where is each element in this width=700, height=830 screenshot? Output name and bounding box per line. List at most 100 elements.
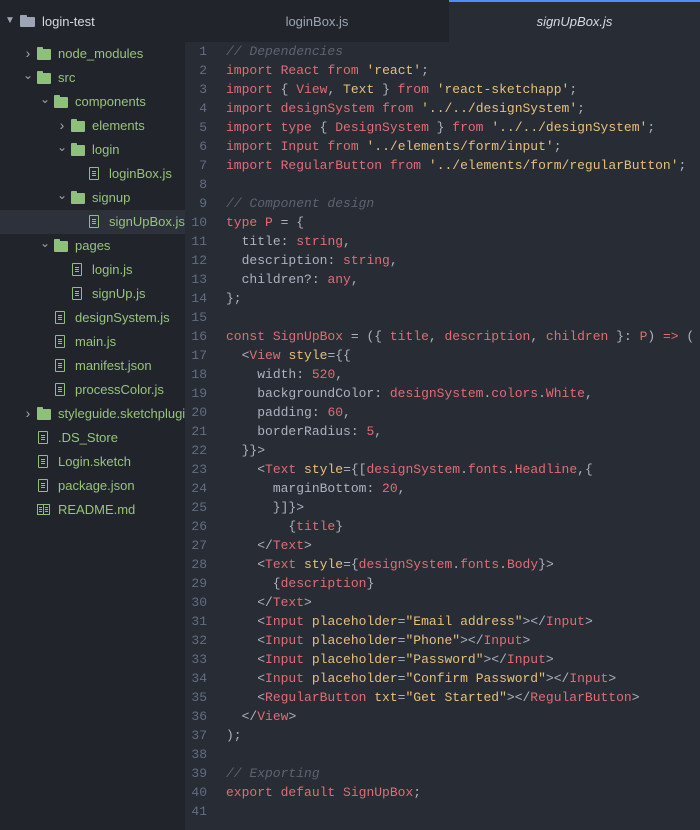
tree-file-main-js[interactable]: main.js [0, 330, 185, 354]
code-line[interactable]: 37); [185, 726, 700, 745]
tree-folder-signup[interactable]: ⌄ signup [0, 186, 185, 210]
code-token: "Password" [405, 652, 484, 667]
code-line[interactable]: 31 <Input placeholder="Email address"></… [185, 612, 700, 631]
code-line[interactable]: 12 description: string, [185, 251, 700, 270]
code-line[interactable]: 4 import designSystem from '../../designS… [185, 99, 700, 118]
code-token: ={[ [343, 462, 367, 477]
code-line[interactable]: 39 // Exporting [185, 764, 700, 783]
code-line[interactable]: 1 // Dependencies [185, 42, 700, 61]
code-token: . [460, 462, 468, 477]
code-line[interactable]: 34 <Input placeholder="Confirm Password"… [185, 669, 700, 688]
tree-file-designsystem-js[interactable]: designSystem.js [0, 306, 185, 330]
code-token: SignUpBox [272, 329, 344, 344]
code-line[interactable]: 17 <View style={{ [185, 346, 700, 365]
code-line[interactable]: 22 }}> [185, 441, 700, 460]
code-token: , [335, 367, 344, 382]
repo-icon [20, 15, 35, 27]
code-line[interactable]: 25 }]}> [185, 498, 700, 517]
tab-signupbox[interactable]: signUpBox.js [449, 0, 700, 42]
code-token: from [327, 63, 359, 78]
tree-file-loginbox-js[interactable]: loginBox.js [0, 162, 185, 186]
code-token: RegularButton [280, 158, 383, 173]
chevron-down-icon[interactable]: ⌄ [22, 67, 34, 83]
code-line[interactable]: 7 import RegularButton from '../elements/… [185, 156, 700, 175]
code-line[interactable]: 2 import React from 'react'; [185, 61, 700, 80]
line-number: 13 [191, 272, 207, 287]
chevron-down-icon[interactable]: ⌄ [56, 139, 68, 155]
tree-folder-src[interactable]: ⌄ src [0, 66, 185, 90]
tree-file-login-sketch[interactable]: Login.sketch [0, 450, 185, 474]
code-line[interactable]: 21 borderRadius: 5, [185, 422, 700, 441]
code-line[interactable]: 26 {title} [185, 517, 700, 536]
tree-folder-styleguide-sketchplugi[interactable]: › styleguide.sketchplugi [0, 402, 185, 426]
tree-file-package-json[interactable]: package.json [0, 474, 185, 498]
code-editor[interactable]: 1 // Dependencies 2 import React from 'reac… [185, 42, 700, 830]
code-line[interactable]: 35 <RegularButton txt="Get Started"></Re… [185, 688, 700, 707]
chevron-right-icon[interactable]: › [56, 117, 68, 133]
tree-folder-login[interactable]: ⌄ login [0, 138, 185, 162]
code-line[interactable]: 20 padding: 60, [185, 403, 700, 422]
tree-item-label: package.json [58, 478, 135, 493]
code-line[interactable]: 28 <Text style={designSystem.fonts.Body}… [185, 555, 700, 574]
code-line[interactable]: 16 const SignUpBox = ({ title, descriptio… [185, 327, 700, 346]
code-line[interactable]: 18 width: 520, [185, 365, 700, 384]
code-line[interactable]: 30 </Text> [185, 593, 700, 612]
code-line[interactable]: 8 [185, 175, 700, 194]
code-line[interactable]: 6 import Input from '../elements/form/inp… [185, 137, 700, 156]
line-text: <View style={{ [226, 346, 351, 365]
tree-file-readme-md[interactable]: README.md [0, 498, 185, 522]
line-text: </View> [226, 707, 297, 726]
chevron-right-icon[interactable]: › [22, 405, 34, 421]
tree-file-signupbox-js[interactable]: signUpBox.js [0, 210, 185, 234]
chevron-right-icon[interactable]: › [22, 45, 34, 61]
code-line[interactable]: 9 // Component design [185, 194, 700, 213]
code-line[interactable]: 27 </Text> [185, 536, 700, 555]
tree-file-signup-js[interactable]: signUp.js [0, 282, 185, 306]
code-token: }; [226, 291, 242, 306]
code-line[interactable]: 13 children?: any, [185, 270, 700, 289]
code-line[interactable]: 41 [185, 802, 700, 821]
code-line[interactable]: 11 title: string, [185, 232, 700, 251]
code-line[interactable]: 19 backgroundColor: designSystem.colors.… [185, 384, 700, 403]
code-token: . [452, 557, 461, 572]
code-line[interactable]: 5 import type { DesignSystem } from '../.… [185, 118, 700, 137]
code-line[interactable]: 24 marginBottom: 20, [185, 479, 700, 498]
code-line[interactable]: 40 export default SignUpBox; [185, 783, 700, 802]
code-line[interactable]: 29 {description} [185, 574, 700, 593]
code-line[interactable]: 15 [185, 308, 700, 327]
code-line[interactable]: 33 <Input placeholder="Password"></Input… [185, 650, 700, 669]
chevron-down-icon[interactable]: ▼ [5, 13, 15, 29]
code-token: ></ [522, 614, 546, 629]
tree-folder-pages[interactable]: ⌄ pages [0, 234, 185, 258]
code-token: = { [272, 215, 305, 230]
tree-file-manifest-json[interactable]: manifest.json [0, 354, 185, 378]
code-line[interactable]: 38 [185, 745, 700, 764]
tree-folder-elements[interactable]: › elements [0, 114, 185, 138]
chevron-down-icon[interactable]: ⌄ [39, 91, 51, 107]
line-text: width: 520, [226, 365, 343, 384]
code-line[interactable]: 23 <Text style={[designSystem.fonts.Head… [185, 460, 700, 479]
tree-file-ds-store[interactable]: .DS_Store [0, 426, 185, 450]
file-icon [37, 431, 51, 445]
tree-folder-components[interactable]: ⌄ components [0, 90, 185, 114]
code-line[interactable]: 32 <Input placeholder="Phone"></Input> [185, 631, 700, 650]
tree-file-processcolor-js[interactable]: processColor.js [0, 378, 185, 402]
line-number: 3 [199, 82, 207, 97]
code-line[interactable]: 10 type P = { [185, 213, 700, 232]
tree-item-label: Login.sketch [58, 454, 131, 469]
code-token: // Dependencies [226, 44, 344, 59]
line-text: const SignUpBox = ({ title, description,… [226, 327, 694, 346]
project-root[interactable]: ▼ login-test [0, 0, 185, 44]
code-line[interactable]: 14}; [185, 289, 700, 308]
code-line[interactable]: 36 </View> [185, 707, 700, 726]
code-line[interactable]: 3 import { View, Text } from 'react-sketc… [185, 80, 700, 99]
tree-folder-node-modules[interactable]: › node_modules [0, 42, 185, 66]
tree-item-label: README.md [58, 502, 136, 517]
code-token: Input [265, 671, 305, 686]
tab-loginbox[interactable]: loginBox.js [185, 0, 449, 42]
chevron-down-icon[interactable]: ⌄ [56, 187, 68, 203]
code-token: designSystem [358, 557, 453, 572]
tree-file-login-js[interactable]: login.js [0, 258, 185, 282]
chevron-down-icon[interactable]: ⌄ [39, 235, 51, 251]
